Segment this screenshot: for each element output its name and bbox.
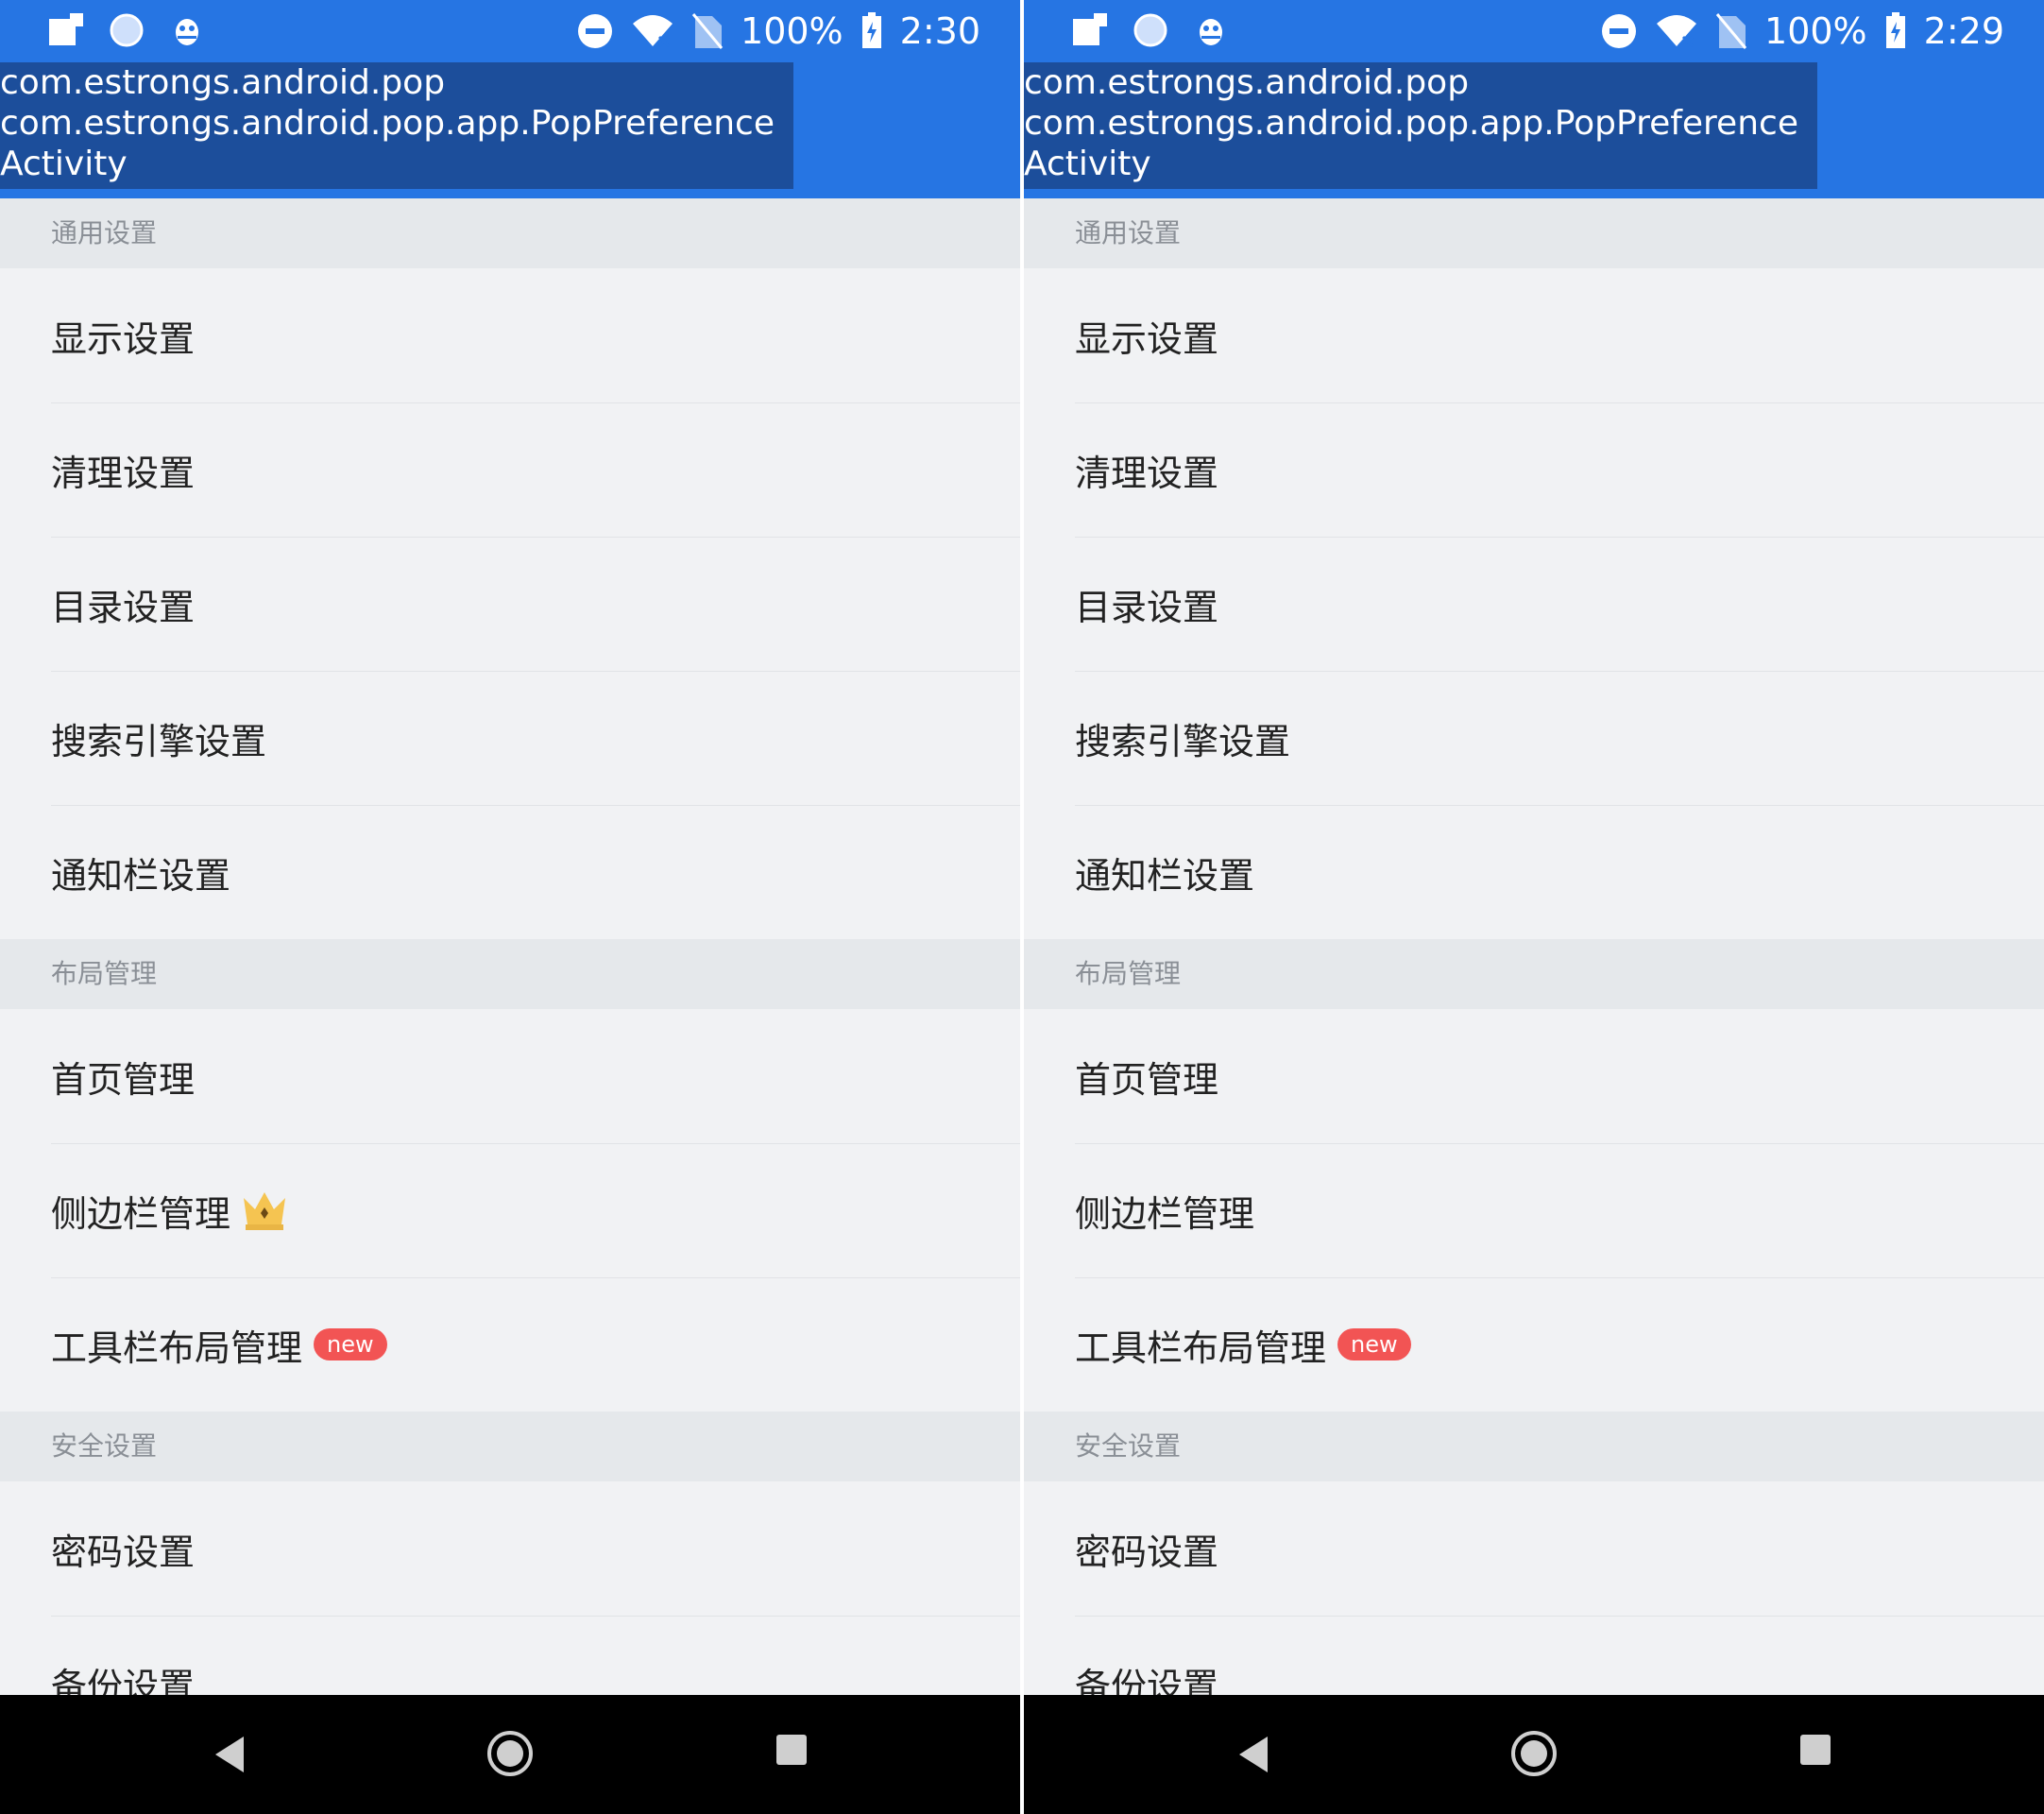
crown-icon [244, 1192, 286, 1230]
status-bar: 100% 2:30 [0, 0, 1020, 62]
item-label: 备份设置 [51, 1665, 196, 1696]
list-item-sidebar[interactable]: 侧边栏管理 [0, 1143, 1020, 1277]
item-label: 清理设置 [51, 452, 196, 494]
debug-overlay: com.estrongs.android.pop com.estrongs.an… [1024, 62, 1817, 189]
item-label: 通知栏设置 [1075, 854, 1255, 897]
nav-recents-icon[interactable] [775, 1733, 809, 1767]
settings-list: 通用设置 显示设置 清理设置 目录设置 搜索引擎设置 通知栏设置 布局管理 首页… [0, 198, 1020, 1695]
wifi-off-icon [1657, 15, 1697, 48]
list-item-home[interactable]: 首页管理 [0, 1009, 1020, 1143]
nav-bar [1024, 1695, 2044, 1814]
new-badge: new [1337, 1328, 1411, 1360]
list-item-password[interactable]: 密码设置 [1024, 1481, 2044, 1616]
item-label: 首页管理 [51, 1058, 196, 1101]
item-label: 密码设置 [1075, 1531, 1219, 1573]
status-left-icons [47, 11, 206, 49]
battery-percent: 100% [741, 10, 843, 52]
item-label: 目录设置 [1075, 586, 1219, 628]
nav-back-icon[interactable] [210, 1733, 247, 1776]
nav-home-icon[interactable] [485, 1729, 535, 1778]
settings-list: 通用设置 显示设置 清理设置 目录设置 搜索引擎设置 通知栏设置 布局管理 首页… [1024, 198, 2044, 1695]
screen-right: 100% 2:29 ‹ 设置 com.estrongs.android.pop … [1024, 0, 2044, 1814]
section-header-security: 安全设置 [0, 1412, 1020, 1481]
list-item-search-engine[interactable]: 搜索引擎设置 [0, 671, 1020, 805]
section-header-general: 通用设置 [0, 198, 1020, 268]
list-item-notification[interactable]: 通知栏设置 [0, 805, 1020, 939]
item-label: 显示设置 [51, 317, 196, 360]
section-header-general: 通用设置 [1024, 198, 2044, 268]
list-item-clean[interactable]: 清理设置 [1024, 402, 2044, 537]
list-item-display[interactable]: 显示设置 [1024, 268, 2044, 402]
item-label: 显示设置 [1075, 317, 1219, 360]
screens: 100% 2:30 ‹ 设置 com.estrongs.android.pop … [0, 0, 2044, 1814]
dnd-icon [578, 14, 613, 48]
battery-percent: 100% [1764, 10, 1867, 52]
status-bar: 100% 2:29 [1024, 0, 2044, 62]
status-left-icons [1071, 11, 1230, 49]
list-item-home[interactable]: 首页管理 [1024, 1009, 2044, 1143]
item-label: 搜索引擎设置 [51, 720, 267, 762]
new-badge: new [314, 1328, 387, 1360]
no-sim-icon [691, 13, 724, 49]
app-bar: ‹ 设置 com.estrongs.android.pop com.estron… [0, 62, 1020, 198]
item-label: 通知栏设置 [51, 854, 231, 897]
item-label: 目录设置 [51, 586, 196, 628]
list-item-toolbar[interactable]: 工具栏布局管理 new [0, 1277, 1020, 1412]
no-sim-icon [1715, 13, 1747, 49]
bug-icon [176, 19, 198, 45]
overlay-text: com.estrongs.android.pop com.estrongs.an… [0, 63, 775, 183]
list-item-backup[interactable]: 备份设置 [0, 1616, 1020, 1695]
section-header-layout: 布局管理 [1024, 939, 2044, 1009]
section-header-security: 安全设置 [1024, 1412, 2044, 1481]
item-label: 清理设置 [1075, 452, 1219, 494]
battery-charging-icon [1885, 12, 1905, 48]
app-bar: ‹ 设置 com.estrongs.android.pop com.estron… [1024, 62, 2044, 198]
debug-overlay: com.estrongs.android.pop com.estrongs.an… [0, 62, 793, 189]
list-item-clean[interactable]: 清理设置 [0, 402, 1020, 537]
list-item-backup[interactable]: 备份设置 [1024, 1616, 2044, 1695]
overlay-text: com.estrongs.android.pop com.estrongs.an… [1024, 63, 1798, 183]
clock: 2:30 [899, 10, 980, 52]
item-label: 备份设置 [1075, 1665, 1219, 1696]
item-label: 工具栏布局管理 [51, 1326, 303, 1369]
list-item-toolbar[interactable]: 工具栏布局管理 new [1024, 1277, 2044, 1412]
clock: 2:29 [1923, 10, 2004, 52]
item-label: 侧边栏管理 [51, 1192, 231, 1235]
nav-home-icon[interactable] [1509, 1729, 1559, 1778]
list-item-display[interactable]: 显示设置 [0, 268, 1020, 402]
nav-back-icon[interactable] [1234, 1733, 1271, 1776]
item-label: 首页管理 [1075, 1058, 1219, 1101]
status-right: 100% 2:30 [576, 8, 980, 55]
nav-recents-icon[interactable] [1798, 1733, 1832, 1767]
list-item-sidebar[interactable]: 侧边栏管理 [1024, 1143, 2044, 1277]
item-label: 搜索引擎设置 [1075, 720, 1291, 762]
list-item-directory[interactable]: 目录设置 [1024, 537, 2044, 671]
list-item-notification[interactable]: 通知栏设置 [1024, 805, 2044, 939]
status-right: 100% 2:29 [1600, 8, 2004, 55]
sync-icon [110, 13, 144, 47]
list-item-directory[interactable]: 目录设置 [0, 537, 1020, 671]
battery-charging-icon [861, 12, 881, 48]
notification-icon [49, 13, 83, 45]
nav-bar [0, 1695, 1020, 1814]
notification-icon [1073, 13, 1107, 45]
list-item-search-engine[interactable]: 搜索引擎设置 [1024, 671, 2044, 805]
bug-icon [1200, 19, 1222, 45]
list-item-password[interactable]: 密码设置 [0, 1481, 1020, 1616]
section-header-layout: 布局管理 [0, 939, 1020, 1009]
wifi-off-icon [633, 15, 673, 48]
screen-left: 100% 2:30 ‹ 设置 com.estrongs.android.pop … [0, 0, 1020, 1814]
dnd-icon [1602, 14, 1637, 48]
item-label: 工具栏布局管理 [1075, 1326, 1327, 1369]
sync-icon [1133, 13, 1167, 47]
item-label: 密码设置 [51, 1531, 196, 1573]
item-label: 侧边栏管理 [1075, 1192, 1255, 1235]
